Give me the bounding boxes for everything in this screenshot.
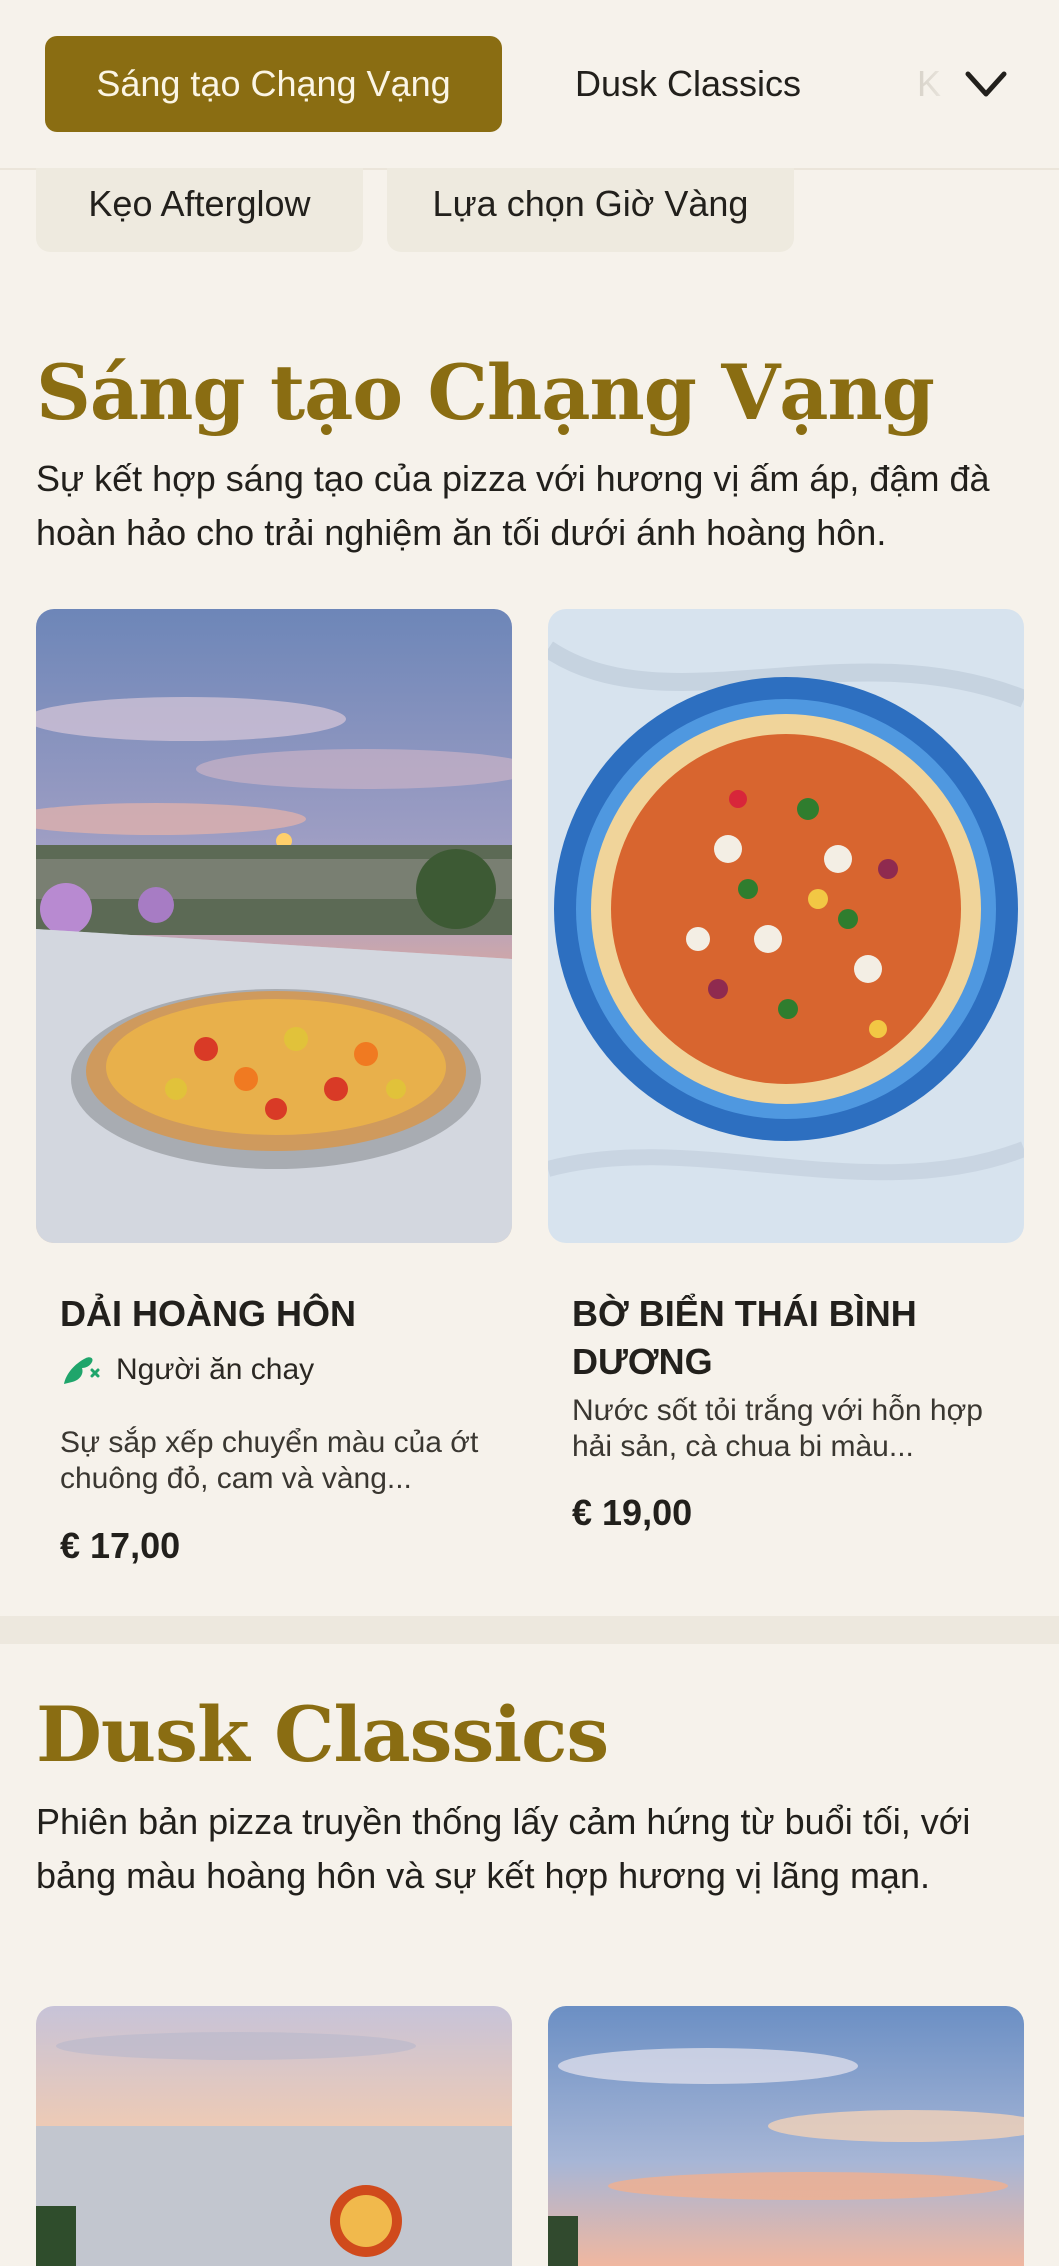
section-title: Dusk Classics xyxy=(36,1690,609,1779)
subtab-lua-chon-gio-vang[interactable]: Lựa chọn Giờ Vàng xyxy=(387,168,794,252)
badge-label: Người ăn chay xyxy=(116,1353,315,1386)
item-description: Sự sắp xếp chuyển màu của ớt chuông đỏ, … xyxy=(60,1426,479,1495)
category-nav: Sáng tạo Chạng Vạng Dusk Classics K xyxy=(0,0,1059,170)
section-divider xyxy=(0,1616,1059,1644)
section-description: Sự kết hợp sáng tạo của pizza với hương … xyxy=(36,458,990,553)
section-title: Sáng tạo Chạng Vạng xyxy=(36,348,935,437)
item-price: € 19,00 xyxy=(572,1492,693,1533)
pizza-beach-image[interactable] xyxy=(36,2006,512,2266)
pizza-seafood-image[interactable] xyxy=(548,609,1024,1243)
vegetarian-icon xyxy=(64,1357,100,1384)
subtab-keo-afterglow[interactable]: Kẹo Afterglow xyxy=(36,168,363,252)
item-title: DẢI HOÀNG HÔN xyxy=(60,1293,356,1334)
item-description: Nước sốt tỏi trắng với hỗn hợp hải sản, … xyxy=(572,1394,983,1463)
tab-dusk-classics[interactable]: Dusk Classics xyxy=(543,36,833,132)
tab-sang-tao-chang-vang[interactable]: Sáng tạo Chạng Vạng xyxy=(45,36,502,132)
vegetarian-badge: Người ăn chay xyxy=(60,1352,314,1388)
pizza-twilight-image[interactable] xyxy=(548,2006,1024,2266)
pizza-sunset-image[interactable] xyxy=(36,609,512,1243)
chevron-down-icon[interactable] xyxy=(962,62,1010,106)
item-title: BỜ BIỂN THÁI BÌNH DƯƠNG xyxy=(572,1293,917,1382)
item-price: € 17,00 xyxy=(60,1525,181,1566)
section-description: Phiên bản pizza truyền thống lấy cảm hứn… xyxy=(36,1801,971,1896)
